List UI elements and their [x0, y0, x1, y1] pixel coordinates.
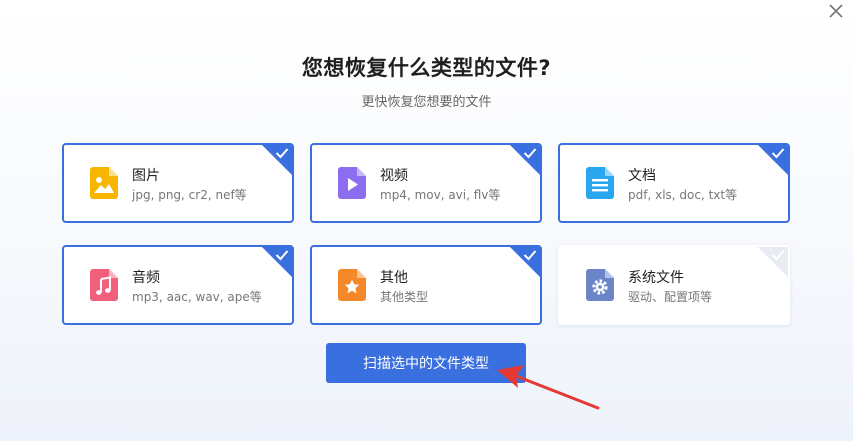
check-icon — [523, 250, 537, 261]
category-card-images[interactable]: 图片 jpg, png, cr2, nef等 — [62, 143, 294, 223]
music-icon — [90, 269, 118, 301]
category-desc: mp3, aac, wav, ape等 — [132, 290, 262, 304]
check-icon — [771, 148, 785, 159]
dialog-subtitle: 更快恢复您想要的文件 — [361, 95, 492, 110]
category-card-documents[interactable]: 文档 pdf, xls, doc, txt等 — [558, 143, 790, 223]
image-icon — [90, 167, 118, 199]
check-icon — [771, 250, 785, 261]
category-desc: 其他类型 — [380, 290, 429, 304]
category-desc: mp4, mov, avi, flv等 — [380, 188, 501, 202]
category-desc: 驱动、配置项等 — [628, 290, 713, 304]
check-icon — [275, 148, 289, 159]
dialog-title: 您想恢复什么类型的文件? — [301, 56, 552, 80]
close-icon — [829, 4, 843, 18]
document-icon — [586, 167, 614, 199]
category-card-system-files[interactable]: 系统文件 驱动、配置项等 — [558, 245, 790, 325]
category-name: 系统文件 — [628, 270, 684, 286]
scan-selected-button[interactable]: 扫描选中的文件类型 — [326, 343, 526, 383]
star-icon — [338, 269, 366, 301]
category-name: 图片 — [132, 168, 160, 184]
category-desc: jpg, png, cr2, nef等 — [132, 188, 247, 202]
gear-icon — [586, 269, 614, 301]
category-card-other[interactable]: 其他 其他类型 — [310, 245, 542, 325]
close-button[interactable] — [825, 0, 847, 22]
check-icon — [275, 250, 289, 261]
category-name: 视频 — [380, 168, 408, 184]
category-card-video[interactable]: 视频 mp4, mov, avi, flv等 — [310, 143, 542, 223]
category-name: 文档 — [628, 168, 656, 184]
video-icon — [338, 167, 366, 199]
category-name: 音频 — [132, 270, 160, 286]
category-desc: pdf, xls, doc, txt等 — [628, 188, 738, 202]
check-icon — [523, 148, 537, 159]
category-name: 其他 — [380, 270, 408, 286]
category-card-audio[interactable]: 音频 mp3, aac, wav, ape等 — [62, 245, 294, 325]
